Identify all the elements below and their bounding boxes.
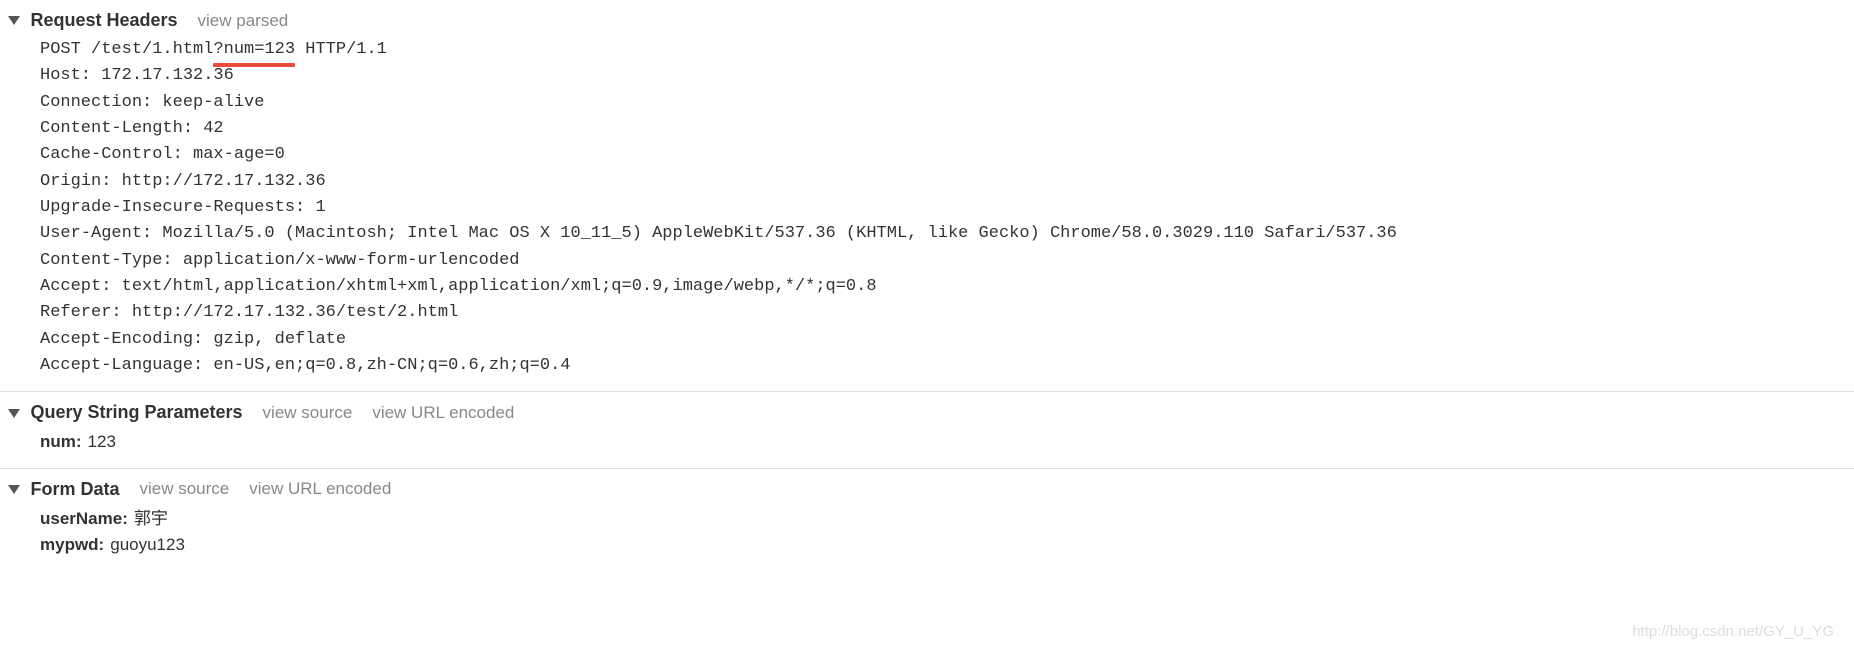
param-row: userName: 郭宇 — [40, 506, 1854, 532]
header-line: Accept: text/html,application/xhtml+xml,… — [40, 274, 1854, 300]
request-line: POST /test/1.html?num=123 HTTP/1.1 — [40, 37, 1854, 63]
param-key: num: — [40, 429, 82, 455]
header-line: Accept-Language: en-US,en;q=0.8,zh-CN;q=… — [40, 353, 1854, 379]
param-value: 郭宇 — [134, 506, 168, 532]
view-parsed-link[interactable]: view parsed — [198, 11, 289, 31]
view-url-encoded-link[interactable]: view URL encoded — [249, 479, 391, 499]
request-line-post: HTTP/1.1 — [295, 40, 387, 59]
header-line: Content-Length: 42 — [40, 116, 1854, 142]
triangle-down-icon — [8, 485, 20, 494]
expand-toggle[interactable]: Request Headers — [8, 10, 178, 31]
param-row: mypwd: guoyu123 — [40, 532, 1854, 558]
view-source-link[interactable]: view source — [263, 403, 353, 423]
view-source-link[interactable]: view source — [139, 479, 229, 499]
param-value: guoyu123 — [110, 532, 185, 558]
request-headers-section: Request Headers view parsed POST /test/1… — [0, 0, 1854, 392]
form-data-content: userName: 郭宇 mypwd: guoyu123 — [0, 506, 1854, 559]
request-line-pre: POST /test/1.html — [40, 40, 213, 59]
header-line: Accept-Encoding: gzip, deflate — [40, 327, 1854, 353]
request-headers-title: Request Headers — [30, 10, 177, 30]
form-data-section: Form Data view source view URL encoded u… — [0, 469, 1854, 571]
header-line: Upgrade-Insecure-Requests: 1 — [40, 195, 1854, 221]
header-line: Cache-Control: max-age=0 — [40, 142, 1854, 168]
request-headers-header: Request Headers view parsed — [0, 8, 1854, 37]
triangle-down-icon — [8, 16, 20, 25]
expand-toggle[interactable]: Query String Parameters — [8, 402, 243, 423]
query-string-section: Query String Parameters view source view… — [0, 392, 1854, 468]
param-key: mypwd: — [40, 532, 104, 558]
request-line-query-underlined: ?num=123 — [213, 37, 295, 63]
form-data-header: Form Data view source view URL encoded — [0, 477, 1854, 506]
form-data-title: Form Data — [30, 479, 119, 499]
header-line: Content-Type: application/x-www-form-url… — [40, 248, 1854, 274]
header-line: User-Agent: Mozilla/5.0 (Macintosh; Inte… — [40, 221, 1854, 247]
header-line: Connection: keep-alive — [40, 90, 1854, 116]
query-string-content: num: 123 — [0, 429, 1854, 455]
query-string-header: Query String Parameters view source view… — [0, 400, 1854, 429]
request-headers-content: POST /test/1.html?num=123 HTTP/1.1 Host:… — [0, 37, 1854, 379]
header-line: Host: 172.17.132.36 — [40, 63, 1854, 89]
query-string-title: Query String Parameters — [30, 402, 242, 422]
expand-toggle[interactable]: Form Data — [8, 479, 119, 500]
view-url-encoded-link[interactable]: view URL encoded — [372, 403, 514, 423]
param-row: num: 123 — [40, 429, 1854, 455]
watermark-text: http://blog.csdn.net/GY_U_YG — [1632, 623, 1834, 640]
triangle-down-icon — [8, 409, 20, 418]
header-line: Referer: http://172.17.132.36/test/2.htm… — [40, 300, 1854, 326]
header-line: Origin: http://172.17.132.36 — [40, 169, 1854, 195]
param-value: 123 — [88, 429, 116, 455]
param-key: userName: — [40, 506, 128, 532]
